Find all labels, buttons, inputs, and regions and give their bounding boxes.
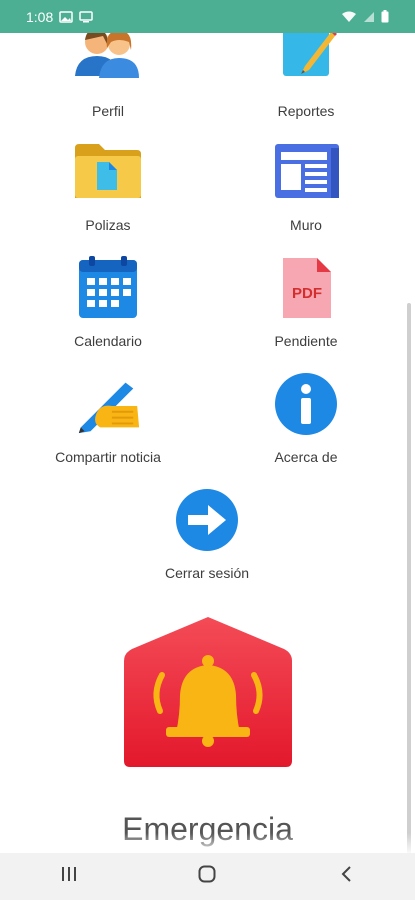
menu-tile-perfil[interactable]: Perfil [18, 33, 198, 119]
arrow-right-icon [172, 485, 242, 555]
recent-apps-button[interactable] [39, 857, 99, 897]
info-icon [271, 369, 341, 439]
menu-tile-label: Pendiente [274, 333, 338, 349]
menu-content[interactable]: Perfil Reportes Polizas Muro Calendario … [0, 33, 415, 853]
status-left: 1:08 [26, 9, 93, 25]
status-right [341, 10, 389, 23]
navigation-bar [0, 853, 415, 900]
status-bar: 1:08 [0, 0, 415, 33]
users-icon [73, 33, 143, 93]
menu-tile-label: Calendario [74, 333, 142, 349]
gallery-icon [59, 10, 73, 23]
menu-tile-compartir-noticia[interactable]: Compartir noticia [18, 369, 198, 465]
write-hand-icon [73, 369, 143, 439]
document-edit-icon [271, 33, 341, 93]
menu-tile-pendiente[interactable]: PDF Pendiente [216, 253, 396, 349]
menu-tile-reportes[interactable]: Reportes [216, 33, 396, 119]
menu-tile-label: Acerca de [274, 449, 338, 465]
menu-tile-label: Polizas [85, 217, 131, 233]
menu-tile-label: Perfil [92, 103, 124, 119]
folder-icon [73, 137, 143, 207]
bottom-fade [0, 833, 415, 853]
newsfeed-icon [271, 137, 341, 207]
alarm-bell-house-icon [122, 615, 294, 775]
menu-tile-cerrar-sesion[interactable]: Cerrar sesión [117, 485, 297, 581]
emergency-button[interactable]: Emergencia [0, 615, 415, 848]
menu-tile-acerca-de[interactable]: Acerca de [216, 369, 396, 465]
calendar-icon [73, 253, 143, 323]
pdf-badge-text: PDF [292, 285, 322, 302]
status-time: 1:08 [26, 8, 54, 25]
wifi-icon [341, 11, 357, 23]
scrollbar[interactable] [407, 303, 411, 853]
menu-tile-label: Compartir noticia [55, 449, 161, 465]
menu-tile-muro[interactable]: Muro [216, 137, 396, 233]
back-icon [340, 865, 352, 888]
menu-tile-calendario[interactable]: Calendario [18, 253, 198, 349]
pdf-icon: PDF [271, 253, 341, 323]
battery-icon [381, 10, 389, 23]
recent-apps-icon [60, 866, 78, 887]
menu-tile-polizas[interactable]: Polizas [18, 137, 198, 233]
home-button[interactable] [177, 857, 237, 897]
menu-tile-label: Reportes [277, 103, 335, 119]
cast-icon [79, 10, 93, 23]
menu-tile-label: Cerrar sesión [164, 565, 250, 581]
back-button[interactable] [316, 857, 376, 897]
home-icon [198, 865, 216, 888]
signal-icon [363, 11, 375, 23]
menu-tile-label: Muro [290, 217, 322, 233]
